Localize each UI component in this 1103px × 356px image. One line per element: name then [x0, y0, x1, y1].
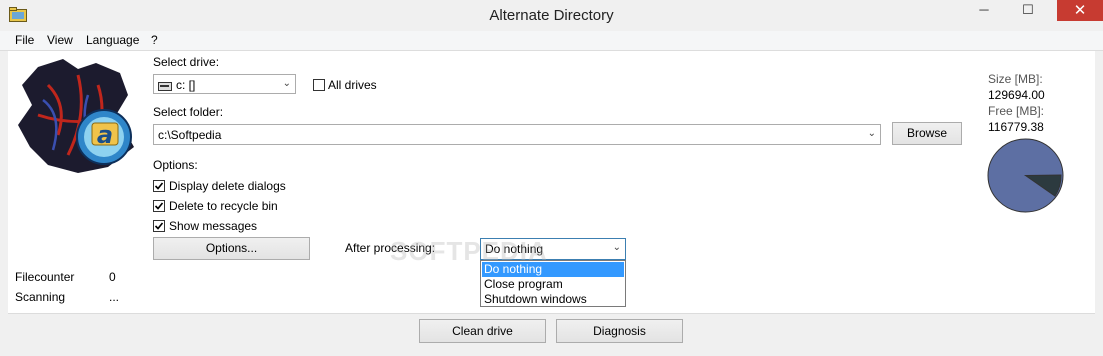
close-button[interactable]: ✕ [1057, 0, 1103, 21]
drive-select-value: c: [] [176, 78, 196, 92]
menu-help[interactable]: ? [151, 33, 158, 47]
size-value: 129694.00 [988, 88, 1045, 102]
options-button[interactable]: Options... [153, 237, 310, 260]
dropdown-option-close-program[interactable]: Close program [482, 277, 624, 292]
menu-view[interactable]: View [47, 33, 73, 47]
after-processing-dropdown: Do nothing Close program Shutdown window… [480, 260, 626, 307]
select-drive-label: Select drive: [153, 55, 220, 69]
chevron-down-icon: ⌄ [612, 242, 621, 253]
drive-select[interactable]: c: [] ⌄ [153, 74, 296, 94]
filecounter-label: Filecounter [15, 270, 75, 284]
dropdown-option-shutdown-windows[interactable]: Shutdown windows [482, 292, 624, 307]
filecounter-value: 0 [109, 270, 116, 284]
options-heading: Options: [153, 158, 198, 172]
display-delete-dialogs-label: Display delete dialogs [169, 179, 286, 193]
scanning-label: Scanning [15, 290, 66, 304]
diagnosis-button[interactable]: Diagnosis [556, 319, 683, 343]
display-delete-dialogs-checkbox[interactable] [153, 180, 165, 192]
footer-separator [8, 313, 1095, 314]
folder-select[interactable]: c:\Softpedia ⌄ [153, 124, 881, 145]
chevron-down-icon: ⌄ [282, 78, 291, 89]
window-title: Alternate Directory [489, 7, 614, 24]
free-label: Free [MB]: [988, 104, 1045, 118]
free-value: 116779.38 [988, 120, 1044, 134]
svg-text:a: a [97, 121, 113, 149]
app-logo: a [8, 55, 146, 179]
folder-select-value: c:\Softpedia [158, 128, 222, 142]
chevron-down-icon: ⌄ [867, 128, 876, 139]
minimize-button[interactable]: ─ [969, 0, 999, 22]
softpedia-watermark: SOFTPEDIA [390, 236, 548, 266]
menu-file[interactable]: File [15, 33, 34, 47]
disk-usage-pie [987, 138, 1065, 214]
menu-language[interactable]: Language [86, 33, 139, 47]
select-folder-label: Select folder: [153, 105, 224, 119]
delete-to-recycle-bin-checkbox[interactable] [153, 200, 165, 212]
menu-bar [0, 31, 1103, 51]
delete-to-recycle-bin-label: Delete to recycle bin [169, 199, 278, 213]
all-drives-checkbox[interactable] [313, 79, 325, 91]
show-messages-checkbox[interactable] [153, 220, 165, 232]
size-label: Size [MB]: [988, 72, 1043, 86]
scanning-value: ... [109, 290, 120, 304]
browse-button[interactable]: Browse [892, 122, 962, 145]
drive-icon [158, 80, 172, 94]
maximize-button[interactable]: ☐ [1013, 0, 1043, 22]
all-drives-label: All drives [328, 78, 377, 92]
clean-drive-button[interactable]: Clean drive [419, 319, 546, 343]
show-messages-label: Show messages [169, 219, 258, 233]
